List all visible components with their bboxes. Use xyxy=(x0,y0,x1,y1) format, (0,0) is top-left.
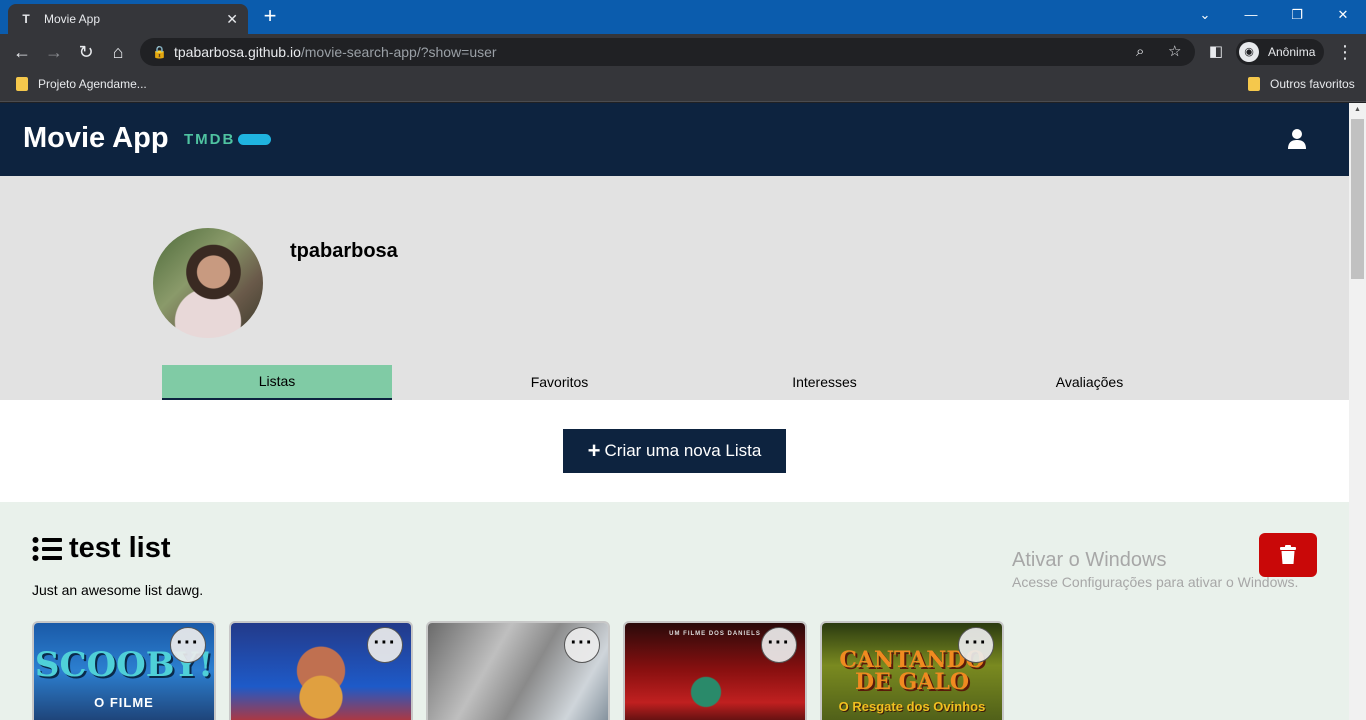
poster-subtitle: O Resgate dos Ovinhos xyxy=(838,699,986,714)
address-bar[interactable]: 🔒 tpabarbosa.github.io/movie-search-app/… xyxy=(140,38,1195,66)
bookmark-label: Outros favoritos xyxy=(1270,77,1355,91)
page-viewport: Movie App TMDB tpabarbosa Listas Favorit… xyxy=(0,103,1349,720)
tab-favoritos[interactable]: Favoritos xyxy=(427,365,692,400)
bookmarks-bar: Projeto Agendame... Outros favoritos xyxy=(0,70,1366,102)
profile-label: Anônima xyxy=(1268,45,1316,59)
restore-button[interactable]: ❐ xyxy=(1274,0,1320,30)
profile-banner: tpabarbosa Listas Favoritos Interesses A… xyxy=(0,176,1349,400)
plus-icon: + xyxy=(587,438,601,463)
tab-interesses[interactable]: Interesses xyxy=(692,365,957,400)
poster-menu-button[interactable]: ··· xyxy=(367,627,403,663)
watermark-subtitle: Acesse Configurações para ativar o Windo… xyxy=(1012,574,1299,590)
home-icon[interactable]: ⌂ xyxy=(106,40,130,64)
browser-tab[interactable]: T Movie App ✕ xyxy=(8,4,248,34)
incognito-icon: ◉ xyxy=(1239,42,1259,62)
tmdb-logo: TMDB xyxy=(184,131,236,148)
movie-poster[interactable]: ··· xyxy=(229,621,413,720)
tab-avaliacoes[interactable]: Avaliações xyxy=(957,365,1222,400)
list-title-text: test list xyxy=(69,532,171,564)
incognito-profile-button[interactable]: ◉ Anônima xyxy=(1236,39,1324,65)
tmdb-logo-pill xyxy=(238,134,271,145)
user-icon[interactable] xyxy=(1285,127,1309,151)
forward-icon[interactable]: → xyxy=(42,40,66,64)
movie-poster[interactable]: UM FILME DOS DANIELS ··· xyxy=(623,621,807,720)
bookmark-star-icon[interactable]: ☆ xyxy=(1168,38,1181,66)
scrollbar-thumb[interactable] xyxy=(1351,119,1364,279)
side-panel-icon[interactable]: ◧ xyxy=(1204,40,1228,64)
bookmark-folder-projeto[interactable]: Projeto Agendame... xyxy=(16,77,147,91)
create-list-button[interactable]: + Criar uma nova Lista xyxy=(563,429,786,473)
poster-menu-button[interactable]: ··· xyxy=(958,627,994,663)
zoom-icon[interactable]: ⌕ xyxy=(1136,38,1144,66)
poster-menu-button[interactable]: ··· xyxy=(170,627,206,663)
movie-poster[interactable]: SCOOBY! O FILME ··· xyxy=(32,621,216,720)
poster-menu-button[interactable]: ··· xyxy=(564,627,600,663)
tab-close-icon[interactable]: ✕ xyxy=(226,11,238,28)
movie-poster[interactable]: ··· xyxy=(426,621,610,720)
watermark-title: Ativar o Windows xyxy=(1012,549,1167,571)
poster-subtitle: O FILME xyxy=(94,695,154,710)
bookmark-label: Projeto Agendame... xyxy=(38,77,147,91)
app-header: Movie App TMDB xyxy=(0,103,1349,176)
app-brand[interactable]: Movie App xyxy=(23,122,169,155)
new-tab-button[interactable]: + xyxy=(258,5,282,29)
create-list-label: Criar uma nova Lista xyxy=(604,441,762,460)
folder-icon xyxy=(16,77,28,91)
tab-search-icon[interactable]: ⌄ xyxy=(1182,0,1228,30)
tab-favicon-icon: T xyxy=(22,12,30,26)
url-host: tpabarbosa.github.io xyxy=(174,44,301,60)
tab-listas[interactable]: Listas xyxy=(162,365,392,400)
list-card: test list Just an awesome list dawg. SCO… xyxy=(0,502,1349,720)
url-path: /movie-search-app/?show=user xyxy=(300,44,497,60)
poster-menu-button[interactable]: ··· xyxy=(761,627,797,663)
profile-tabs: Listas Favoritos Interesses Avaliações xyxy=(162,365,1222,400)
tab-title: Movie App xyxy=(44,12,101,26)
windows-activation-watermark: Ativar o Windows Acesse Configurações pa… xyxy=(1012,549,1298,590)
list-description: Just an awesome list dawg. xyxy=(32,582,204,598)
avatar xyxy=(153,228,263,338)
folder-icon xyxy=(1248,77,1260,91)
profile-username: tpabarbosa xyxy=(290,240,398,262)
list-title: test list xyxy=(32,532,171,565)
browser-tab-strip: T Movie App ✕ + ⌄ — ❐ ✕ xyxy=(0,0,1366,34)
lock-icon: 🔒 xyxy=(152,45,167,59)
reload-icon[interactable]: ↻ xyxy=(74,40,98,64)
minimize-button[interactable]: — xyxy=(1228,0,1274,30)
back-icon[interactable]: ← xyxy=(10,40,34,64)
bookmark-folder-outros[interactable]: Outros favoritos xyxy=(1248,77,1355,91)
list-posters: SCOOBY! O FILME ··· ··· ··· UM FILME DOS… xyxy=(32,621,1017,720)
scroll-up-icon[interactable]: ▲ xyxy=(1349,106,1366,113)
page-scrollbar[interactable]: ▲ xyxy=(1349,103,1366,720)
browser-toolbar: ← → ↻ ⌂ 🔒 tpabarbosa.github.io/movie-sea… xyxy=(0,34,1366,70)
movie-poster[interactable]: CANTANDO DE GALO O Resgate dos Ovinhos ·… xyxy=(820,621,1004,720)
menu-kebab-icon[interactable]: ⋮ xyxy=(1333,40,1357,64)
close-window-button[interactable]: ✕ xyxy=(1320,0,1366,30)
list-icon xyxy=(32,536,62,561)
create-list-section: + Criar uma nova Lista xyxy=(0,400,1349,502)
